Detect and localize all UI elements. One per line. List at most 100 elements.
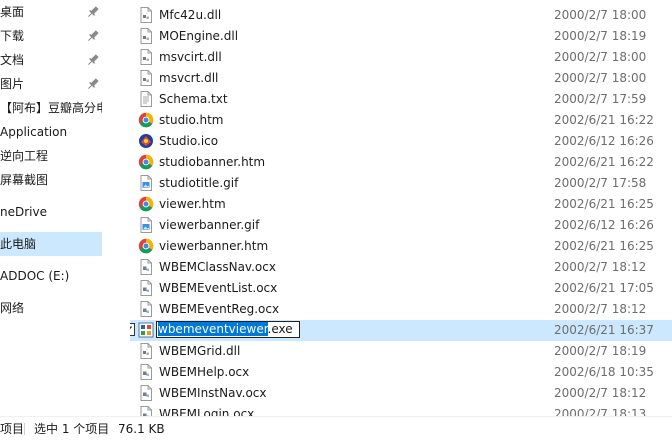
nav-item-label: 下载: [0, 29, 25, 43]
status-selected: 选中 1 个项目: [34, 422, 110, 436]
chrome-html-icon: [138, 112, 154, 128]
file-name: WBEMInstNav.ocx: [159, 386, 267, 400]
file-date: 2002/6/21 16:25: [554, 239, 654, 253]
file-date: 2000/2/7 18:12: [554, 302, 647, 316]
file-date: 2000/2/7 18:12: [554, 260, 647, 274]
file-date: 2002/6/12 16:26: [554, 218, 654, 232]
file-row[interactable]: msvcrt.dll 2000/2/7 18:00: [130, 68, 672, 89]
file-name: msvcrt.dll: [159, 71, 219, 85]
dll-file-icon: [138, 343, 154, 359]
file-name: viewer.htm: [159, 197, 226, 211]
file-date: 2000/2/7 18:00: [554, 71, 647, 85]
file-row[interactable]: msvcirt.dll 2000/2/7 18:00: [130, 47, 672, 68]
file-row[interactable]: WBEMEventReg.ocx 2000/2/7 18:12: [130, 299, 672, 320]
pin-icon[interactable]: [86, 24, 100, 48]
ocx-file-icon: [138, 280, 154, 296]
studio-ico-icon: [138, 133, 154, 149]
gif-image-icon: [138, 217, 154, 233]
file-row[interactable]: wbemeventviewer.exe 2002/6/21 16:37: [130, 320, 672, 341]
file-row[interactable]: Studio.ico 2002/6/12 16:26: [130, 131, 672, 152]
file-name: Studio.ico: [159, 134, 219, 148]
status-item-count: 项目: [0, 422, 25, 436]
nav-item-label: 逆向工程: [0, 149, 49, 163]
ocx-file-icon: [138, 385, 154, 401]
rename-extension-text: .exe: [267, 322, 293, 336]
text-file-icon: [138, 91, 154, 107]
file-date: 2002/6/21 16:22: [554, 113, 654, 127]
file-name: WBEMEventReg.ocx: [159, 302, 280, 316]
file-row[interactable]: studiobanner.htm 2002/6/21 16:22: [130, 152, 672, 173]
pin-icon[interactable]: [86, 0, 100, 24]
exe-app-icon: [138, 322, 154, 338]
file-row[interactable]: studiotitle.gif 2000/2/7 17:58: [130, 173, 672, 194]
ocx-file-icon: [138, 301, 154, 317]
file-name: WBEMGrid.dll: [159, 344, 241, 358]
rename-input[interactable]: wbemeventviewer.exe: [156, 321, 300, 338]
file-row[interactable]: MOEngine.dll 2000/2/7 18:19: [130, 26, 672, 47]
file-row[interactable]: WBEMHelp.ocx 2002/6/18 10:35: [130, 362, 672, 383]
file-list: Mfc42u.dll 2000/2/7 18:00 MOEngine.dll 2000…: [130, 0, 672, 416]
file-row[interactable]: viewerbanner.gif 2002/6/12 16:26: [130, 215, 672, 236]
status-divider: [24, 423, 25, 435]
file-name: viewerbanner.htm: [159, 239, 269, 253]
nav-item-label: 此电脑: [0, 237, 37, 251]
chrome-html-icon: [138, 196, 154, 212]
file-name: WBEMHelp.ocx: [159, 365, 250, 379]
nav-item[interactable]: 图片: [0, 72, 102, 96]
file-row[interactable]: Mfc42u.dll 2000/2/7 18:00: [130, 5, 672, 26]
file-date: 2002/6/12 16:26: [554, 134, 654, 148]
file-row[interactable]: WBEMClassNav.ocx 2000/2/7 18:12: [130, 257, 672, 278]
file-name: Schema.txt: [159, 92, 228, 106]
nav-item[interactable]: ADDOC (E:): [0, 264, 102, 288]
nav-item[interactable]: neDrive: [0, 200, 102, 224]
nav-item[interactable]: 网络: [0, 296, 102, 320]
nav-item[interactable]: 屏幕截图: [0, 168, 102, 192]
file-date: 2000/2/7 17:58: [554, 176, 647, 190]
ocx-file-icon: [138, 364, 154, 380]
file-name: studio.htm: [159, 113, 224, 127]
row-checkbox[interactable]: [130, 323, 135, 336]
pin-icon[interactable]: [86, 72, 100, 96]
nav-item-label: 图片: [0, 77, 25, 91]
nav-item[interactable]: Application: [0, 120, 102, 144]
dll-file-icon: [138, 28, 154, 44]
dll-file-icon: [138, 49, 154, 65]
nav-item-label: Application: [0, 125, 68, 139]
file-row[interactable]: WBEMGrid.dll 2000/2/7 18:19: [130, 341, 672, 362]
file-row[interactable]: Schema.txt 2000/2/7 17:59: [130, 89, 672, 110]
file-name: studiotitle.gif: [159, 176, 239, 190]
nav-item[interactable]: 此电脑: [0, 232, 102, 256]
status-size: 76.1 KB: [118, 422, 165, 436]
file-date: 2002/6/21 16:37: [554, 323, 654, 337]
dll-file-icon: [138, 7, 154, 23]
nav-item[interactable]: 下载: [0, 24, 102, 48]
chrome-html-icon: [138, 154, 154, 170]
pin-icon[interactable]: [86, 48, 100, 72]
file-date: 2000/2/7 17:59: [554, 92, 647, 106]
file-row[interactable]: viewer.htm 2002/6/21 16:25: [130, 194, 672, 215]
nav-item-label: ADDOC (E:): [0, 269, 70, 283]
nav-item[interactable]: 【阿布】豆瓣高分电: [0, 96, 102, 120]
nav-item-label: 桌面: [0, 5, 25, 19]
file-row[interactable]: studio.htm 2002/6/21 16:22: [130, 110, 672, 131]
file-name: Mfc42u.dll: [159, 8, 222, 22]
nav-item[interactable]: 桌面: [0, 0, 102, 24]
file-date: 2000/2/7 18:19: [554, 29, 647, 43]
navigation-pane: 桌面下载文档图片【阿布】豆瓣高分电 Application 逆向工程屏幕截图 neDr…: [0, 0, 102, 416]
dll-file-icon: [138, 70, 154, 86]
file-name: WBEMLogin.ocx: [159, 407, 255, 416]
file-row[interactable]: WBEMEventList.ocx 2002/6/21 17:05: [130, 278, 672, 299]
file-row[interactable]: WBEMLogin.ocx 2000/2/7 18:13: [130, 404, 672, 416]
nav-item[interactable]: 文档: [0, 48, 102, 72]
file-date: 2000/2/7 18:00: [554, 8, 647, 22]
file-row[interactable]: viewerbanner.htm 2002/6/21 16:25: [130, 236, 672, 257]
ocx-file-icon: [138, 406, 154, 416]
nav-item-label: 网络: [0, 301, 25, 315]
gif-image-icon: [138, 175, 154, 191]
file-date: 2002/6/21 16:25: [554, 197, 654, 211]
nav-item[interactable]: 逆向工程: [0, 144, 102, 168]
file-date: 2002/6/21 16:22: [554, 155, 654, 169]
file-row[interactable]: WBEMInstNav.ocx 2000/2/7 18:12: [130, 383, 672, 404]
file-name: WBEMClassNav.ocx: [159, 260, 276, 274]
file-date: 2002/6/18 10:35: [554, 365, 654, 379]
